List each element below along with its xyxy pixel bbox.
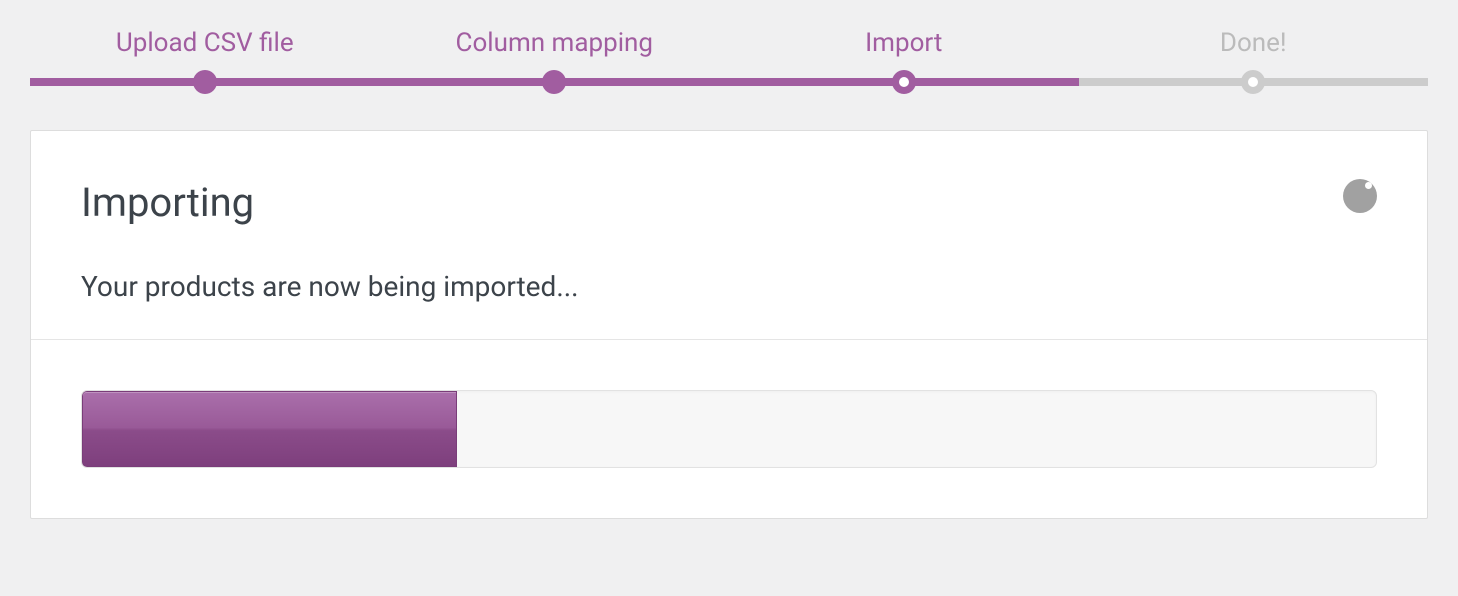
step-done: Done!	[1079, 30, 1429, 90]
step-dot-done-icon	[193, 70, 217, 94]
step-label: Import	[729, 30, 1079, 56]
stepper: Upload CSV file Column mapping Import Do…	[0, 0, 1458, 100]
step-upload-csv: Upload CSV file	[30, 30, 380, 90]
step-dot-current-icon	[892, 70, 916, 94]
spinner-icon	[1343, 179, 1377, 213]
progress-bar	[81, 390, 1377, 468]
card-body	[31, 340, 1427, 518]
step-label: Done!	[1079, 30, 1429, 56]
step-import: Import	[729, 30, 1079, 90]
page-subtitle: Your products are now being imported...	[81, 270, 1377, 303]
step-dot-done-icon	[542, 70, 566, 94]
step-label: Upload CSV file	[30, 30, 380, 56]
stepper-steps: Upload CSV file Column mapping Import Do…	[30, 30, 1428, 90]
page-title: Importing	[81, 179, 1377, 226]
progress-fill	[82, 391, 457, 467]
step-dot-pending-icon	[1241, 70, 1265, 94]
step-column-mapping: Column mapping	[380, 30, 730, 90]
step-label: Column mapping	[380, 30, 730, 56]
import-card: Importing Your products are now being im…	[30, 130, 1428, 519]
card-header: Importing Your products are now being im…	[31, 131, 1427, 340]
